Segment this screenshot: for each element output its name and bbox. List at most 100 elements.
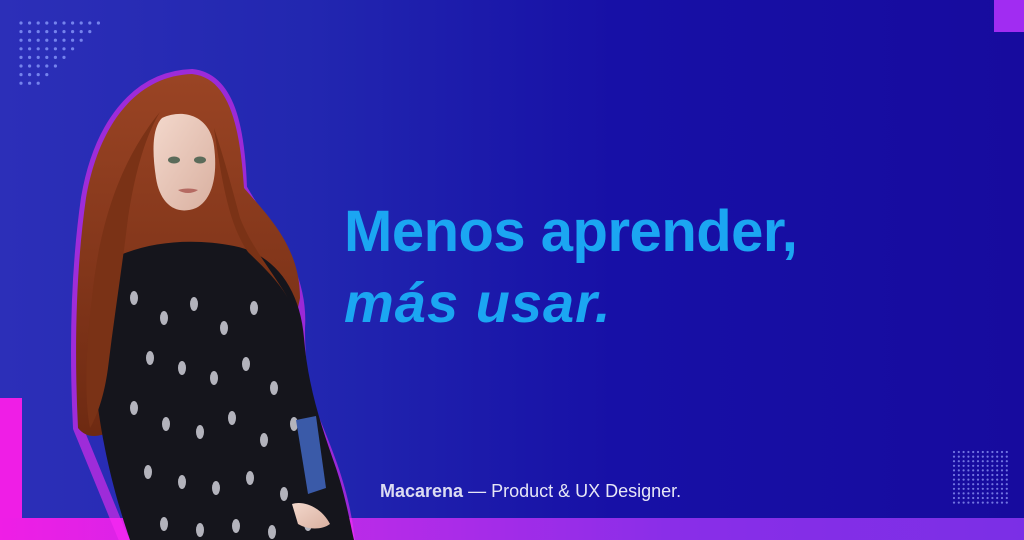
decor-dot (53, 47, 58, 51)
decor-dot (88, 30, 92, 34)
decor-dot (28, 47, 32, 51)
decor-dot (36, 55, 40, 60)
decor-dot (976, 469, 980, 472)
decor-dot (972, 469, 975, 472)
headline: Menos aprender, más usar. (344, 196, 798, 338)
decor-dot (19, 38, 23, 42)
dot-grid-decoration-bottom (952, 450, 1008, 504)
decor-dot (952, 469, 956, 472)
decor-dot (957, 492, 960, 495)
decor-dot (1000, 450, 1004, 454)
decor-dot (972, 473, 975, 477)
decor-dot (62, 38, 66, 42)
decor-dot (1000, 492, 1004, 495)
decor-dot (957, 501, 960, 504)
decor-dot (976, 478, 980, 481)
decor-dot (28, 73, 32, 77)
decor-dot (53, 30, 58, 34)
corner-accent-square (994, 0, 1024, 32)
left-eye (168, 156, 180, 164)
decor-dot (962, 483, 965, 486)
decor-dot (62, 47, 66, 51)
decor-dot (952, 487, 956, 490)
decor-dot (986, 473, 989, 477)
decor-dot (981, 473, 984, 477)
decor-dot (967, 455, 970, 458)
decor-dot (996, 501, 999, 504)
decor-dot (981, 487, 984, 490)
decor-dot (79, 30, 83, 34)
decor-dot (53, 64, 58, 68)
decor-dot (71, 21, 75, 25)
decor-dot (976, 450, 980, 454)
decor-dot (991, 496, 994, 500)
decor-dot (28, 81, 32, 85)
decor-dot (991, 464, 994, 467)
decor-dot (19, 73, 23, 77)
decor-dot (986, 464, 989, 467)
decor-dot (996, 478, 999, 481)
decor-dot (28, 64, 32, 68)
decor-dot (1005, 450, 1008, 454)
blouse (93, 241, 354, 540)
decor-dot (976, 464, 980, 467)
decor-dot (28, 21, 32, 25)
decor-dot (1000, 469, 1004, 472)
decor-dot (19, 81, 23, 85)
decor-dot (991, 469, 994, 472)
decor-dot (1005, 501, 1008, 504)
decor-dot (981, 450, 984, 454)
decor-dot (986, 455, 989, 458)
decor-dot (45, 21, 49, 25)
decor-dot (981, 492, 984, 495)
decor-dot (957, 469, 960, 472)
decor-dot (1000, 455, 1004, 458)
decor-dot (991, 460, 994, 463)
decor-dot (991, 478, 994, 481)
decor-dot (19, 47, 23, 51)
decor-dot (996, 483, 999, 486)
decor-dot (45, 64, 49, 68)
decor-dot (957, 455, 960, 458)
decor-dot (967, 464, 970, 467)
headline-line-2: más usar. (344, 271, 612, 334)
decor-dot (972, 501, 975, 504)
decor-dot (991, 473, 994, 477)
decor-dot (36, 47, 40, 51)
decor-dot (1000, 473, 1004, 477)
decor-dot (962, 460, 965, 463)
decor-dot (996, 492, 999, 495)
decor-dot (981, 464, 984, 467)
caption: Macarena — Product & UX Designer. (380, 480, 681, 502)
decor-dot (962, 492, 965, 495)
decor-dot (957, 464, 960, 467)
decor-dot (976, 492, 980, 495)
decor-dot (967, 492, 970, 495)
decor-dot (957, 478, 960, 481)
decor-dot (981, 483, 984, 486)
decor-dot (45, 30, 49, 34)
decor-dot (991, 483, 994, 486)
right-eye (194, 156, 206, 164)
decor-dot (976, 473, 980, 477)
decor-dot (71, 38, 75, 42)
decor-dot (28, 30, 32, 34)
decor-dot (1005, 492, 1008, 495)
decor-dot (976, 487, 980, 490)
decor-dot (53, 38, 58, 42)
decor-dot (986, 487, 989, 490)
decor-dot (19, 30, 23, 34)
decor-dot (36, 73, 40, 77)
decor-dot (1005, 469, 1008, 472)
decor-dot (972, 464, 975, 467)
decor-dot (986, 469, 989, 472)
decor-dot (952, 464, 956, 467)
decor-dot (962, 478, 965, 481)
decor-dot (996, 496, 999, 500)
decor-dot (981, 496, 984, 500)
decor-dot (1000, 501, 1004, 504)
decor-dot (952, 478, 956, 481)
caption-role: Product & UX Designer. (491, 481, 682, 501)
decor-dot (976, 496, 980, 500)
decor-dot (957, 460, 960, 463)
